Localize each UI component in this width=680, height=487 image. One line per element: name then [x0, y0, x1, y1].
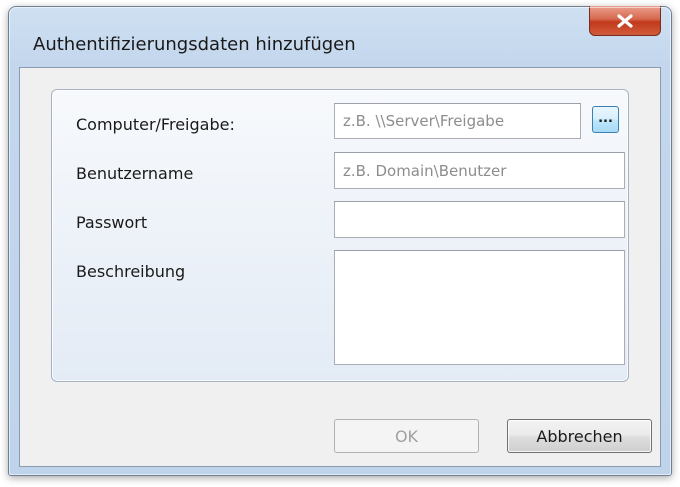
ok-button[interactable]: OK [334, 419, 479, 453]
dialog-window: Authentifizierungsdaten hinzufügen Compu… [8, 6, 672, 476]
username-input[interactable] [334, 152, 625, 189]
description-input[interactable] [334, 250, 625, 365]
cancel-button[interactable]: Abbrechen [507, 419, 652, 453]
computer-share-input[interactable] [334, 103, 581, 139]
description-label: Beschreibung [76, 262, 186, 281]
close-button[interactable] [589, 6, 661, 36]
dialog-content: Computer/Freigabe: ... Benutzername Pass… [19, 67, 661, 467]
computer-share-label: Computer/Freigabe: [76, 115, 235, 134]
form-group: Computer/Freigabe: ... Benutzername Pass… [51, 89, 629, 382]
username-label: Benutzername [76, 164, 194, 183]
password-input[interactable] [334, 201, 625, 238]
password-label: Passwort [76, 213, 148, 232]
browse-button[interactable]: ... [592, 106, 619, 133]
browse-label: ... [598, 111, 613, 126]
close-icon [617, 13, 633, 28]
dialog-title: Authentifizierungsdaten hinzufügen [33, 34, 356, 55]
